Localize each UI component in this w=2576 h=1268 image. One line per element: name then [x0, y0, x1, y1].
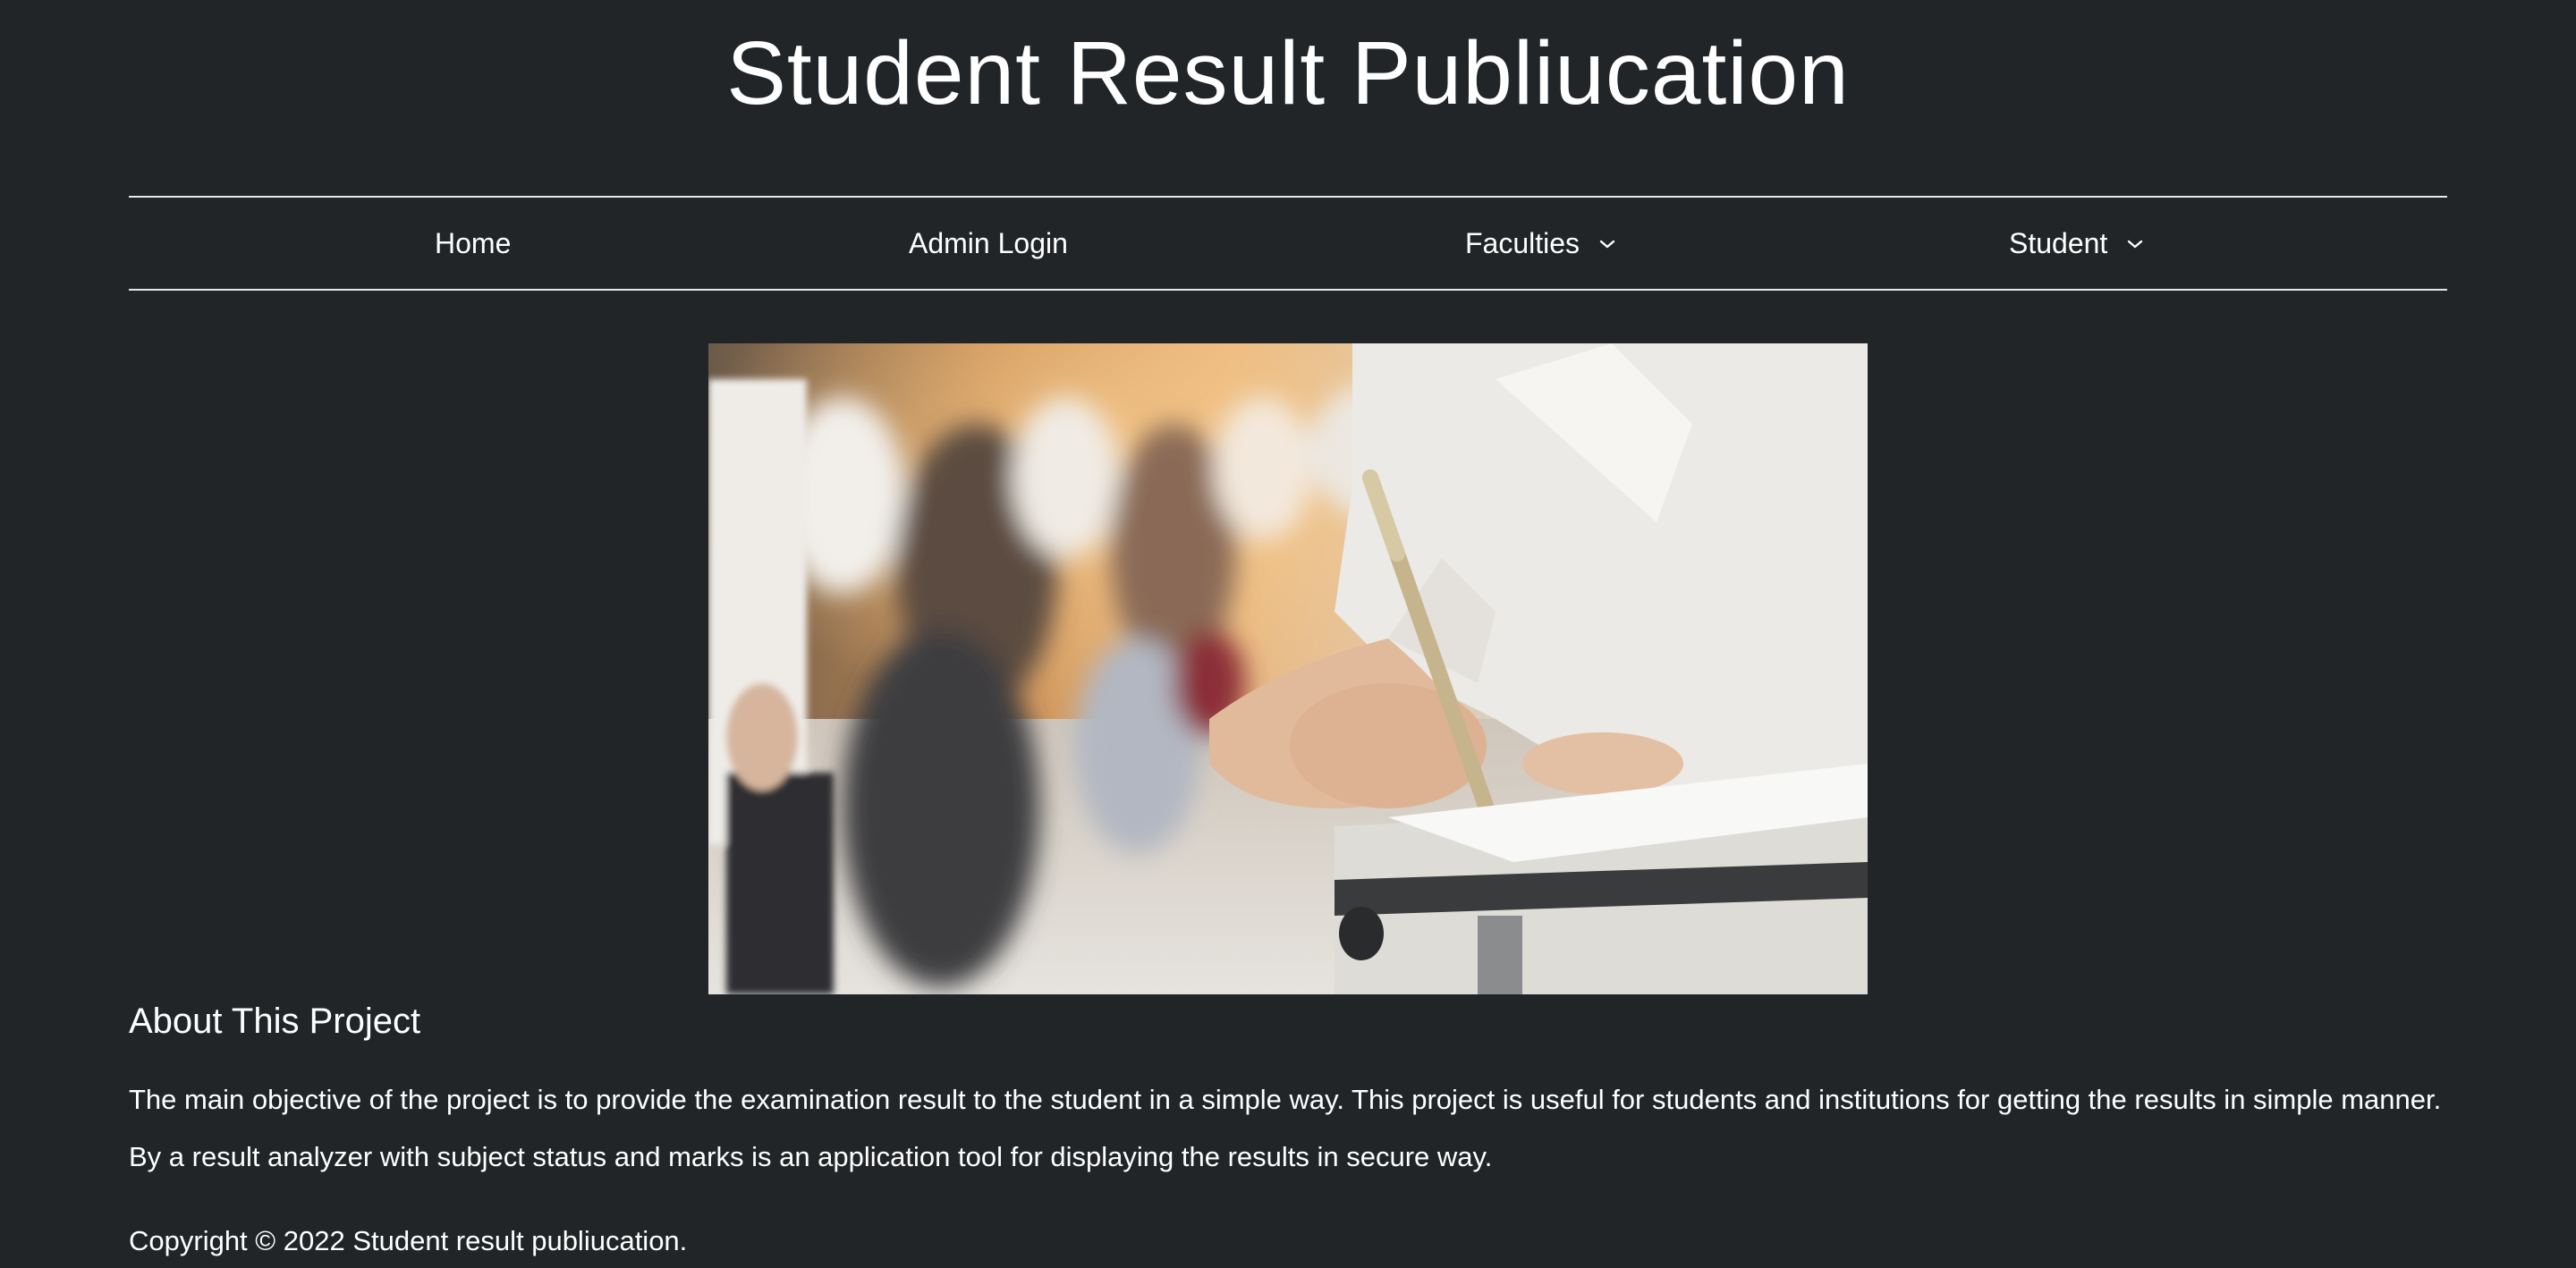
nav-admin-login-link[interactable]: Admin Login: [909, 198, 1068, 289]
nav-faculties-dropdown[interactable]: Faculties: [1465, 198, 1616, 289]
nav-home-label: Home: [435, 227, 512, 259]
footer-copyright: Copyright © 2022 Student result publiuca…: [129, 1225, 688, 1256]
nav-student-label: Student: [2009, 227, 2108, 259]
nav-student-dropdown[interactable]: Student: [2009, 198, 2144, 289]
nav-faculties-label: Faculties: [1465, 227, 1580, 259]
site-title: Student Result Publiucation: [726, 23, 1850, 123]
about-text: The main objective of the project is to …: [129, 1084, 2442, 1172]
nav-home-link[interactable]: Home: [435, 198, 511, 289]
nav-admin-login-label: Admin Login: [909, 227, 1068, 259]
chevron-down-icon: [2128, 240, 2143, 248]
chevron-down-icon: [1599, 240, 1615, 248]
exam-photo-icon: [708, 343, 1868, 994]
about-heading: About This Project: [129, 1002, 421, 1041]
main-nav: Home Admin Login Faculties Student: [129, 196, 2447, 291]
page: Student Result Publiucation Home Admin L…: [0, 0, 2576, 1268]
hero-image: [708, 343, 1868, 994]
